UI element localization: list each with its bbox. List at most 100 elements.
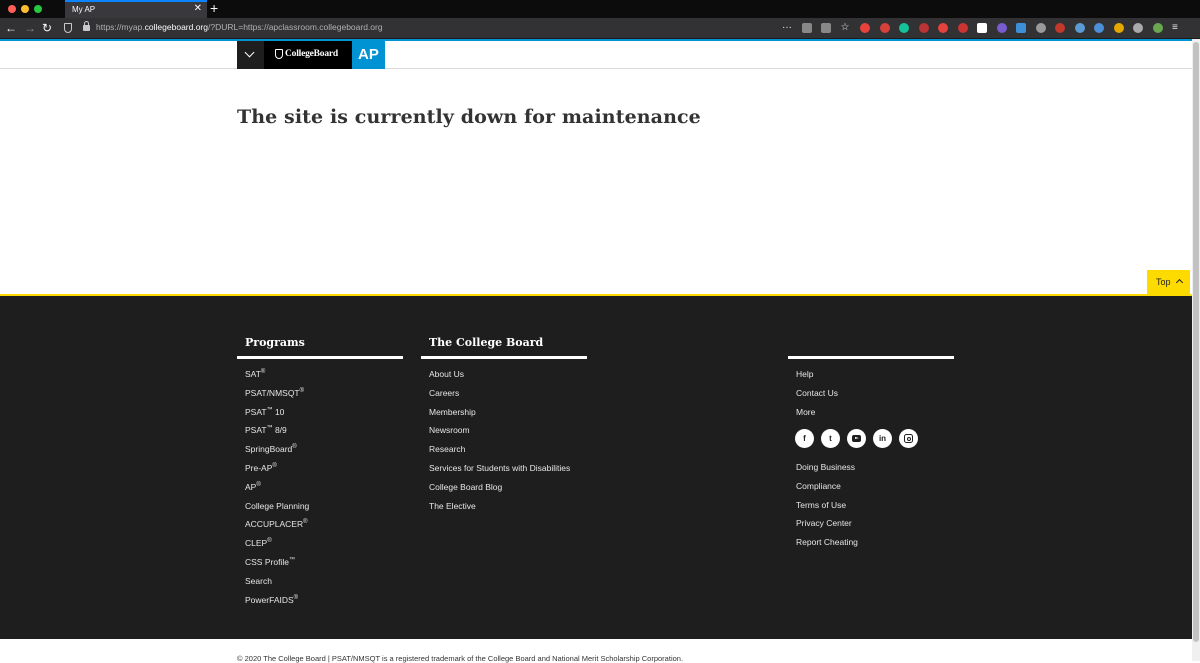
pocket-icon[interactable]: [801, 23, 812, 33]
chevron-down-icon: [244, 47, 255, 58]
program-label: AP: [245, 481, 257, 492]
extension-icon[interactable]: [879, 23, 890, 33]
active-tab[interactable]: My AP ✕: [65, 0, 207, 18]
trademark-mark: ®: [267, 538, 272, 545]
footer-link-program[interactable]: PSAT/NMSQT®: [245, 388, 309, 407]
facebook-icon[interactable]: f: [795, 429, 814, 448]
program-label: ACCUPLACER: [245, 519, 304, 530]
extension-icon[interactable]: [957, 23, 968, 33]
footer-link-collegeboard[interactable]: Membership: [429, 407, 570, 426]
reload-button[interactable]: ↻: [42, 21, 52, 35]
footer-link-collegeboard[interactable]: College Board Blog: [429, 482, 570, 501]
help-rule: [788, 356, 954, 359]
footer-link-program[interactable]: Search: [245, 576, 309, 595]
linkedin-icon[interactable]: in: [873, 429, 892, 448]
more-dots-icon[interactable]: ···: [782, 21, 792, 35]
extension-icon[interactable]: [1094, 23, 1104, 33]
trademark-mark: ®: [260, 369, 266, 376]
minimize-window-icon[interactable]: [21, 5, 29, 13]
footer-link-collegeboard[interactable]: The Elective: [429, 501, 570, 520]
footer-link-legal[interactable]: Compliance: [796, 481, 858, 500]
extension-icon[interactable]: [1133, 23, 1143, 33]
footer-link-program[interactable]: CLEP®: [245, 538, 309, 557]
program-label: Pre-AP: [245, 462, 273, 473]
extension-icon[interactable]: [1055, 23, 1065, 33]
page-title: The site is currently down for maintenan…: [237, 106, 701, 128]
footer-link-help[interactable]: More: [796, 407, 838, 426]
footer-link-collegeboard[interactable]: Careers: [429, 388, 570, 407]
program-suffix: 10: [272, 406, 285, 417]
footer-link-program[interactable]: ACCUPLACER®: [245, 519, 309, 538]
back-to-top-button[interactable]: Top: [1147, 270, 1190, 295]
ap-logo[interactable]: AP: [352, 41, 385, 69]
trademark-mark: ®: [293, 594, 299, 601]
ublock-icon[interactable]: [860, 23, 870, 33]
new-tab-button[interactable]: +: [210, 0, 218, 16]
trademark-mark: ®: [292, 444, 297, 451]
grammarly-icon[interactable]: [899, 23, 909, 33]
site-footer: Programs SAT® PSAT/NMSQT® PSAT™ 10 PSAT™ 8/…: [0, 294, 1192, 639]
footer-link-help[interactable]: Help: [796, 369, 838, 388]
collegeboard-rule: [421, 356, 587, 359]
collegeboard-logo[interactable]: CollegeBoard: [264, 41, 352, 69]
trademark-mark: ®: [299, 387, 305, 394]
camera-lens: [906, 436, 911, 441]
maximize-window-icon[interactable]: [34, 5, 42, 13]
footer-link-program[interactable]: PSAT™ 8/9: [245, 425, 309, 444]
lock-icon[interactable]: [83, 21, 90, 31]
footer-link-program[interactable]: PowerFAIDS®: [245, 595, 309, 614]
menu-icon[interactable]: ≡: [1172, 21, 1178, 35]
ap-logo-text: AP: [358, 46, 379, 63]
footer-link-program[interactable]: CSS Profile™: [245, 557, 309, 576]
close-window-icon[interactable]: [8, 5, 16, 13]
footer-link-legal[interactable]: Doing Business: [796, 462, 858, 481]
instagram-icon[interactable]: [899, 429, 918, 448]
extension-icon[interactable]: [938, 23, 948, 33]
extension-icon[interactable]: [1074, 23, 1085, 33]
program-label: PSAT/NMSQT: [245, 387, 300, 398]
footer-link-program[interactable]: AP®: [245, 482, 309, 501]
extension-icon[interactable]: [1113, 23, 1124, 33]
help-list: Help Contact Us More: [796, 369, 838, 425]
youtube-icon[interactable]: [847, 429, 866, 448]
footer-link-program[interactable]: PSAT™ 10: [245, 407, 309, 426]
grid-icon[interactable]: [1016, 23, 1026, 33]
footer-link-legal[interactable]: Privacy Center: [796, 518, 858, 537]
footer-link-program[interactable]: College Planning: [245, 501, 309, 520]
tracking-protection-icon[interactable]: [64, 23, 72, 33]
footer-link-program[interactable]: SpringBoard®: [245, 444, 309, 463]
footer-link-help[interactable]: Contact Us: [796, 388, 838, 407]
scrollbar-thumb[interactable]: [1193, 42, 1199, 642]
footer-link-collegeboard[interactable]: Services for Students with Disabilities: [429, 463, 570, 482]
extension-icon[interactable]: [996, 23, 1007, 33]
collegeboard-list: About Us Careers Membership Newsroom Researc…: [429, 369, 570, 519]
footer-link-collegeboard[interactable]: About Us: [429, 369, 570, 388]
footer-link-program[interactable]: SAT®: [245, 369, 309, 388]
trademark-mark: ™: [288, 557, 295, 564]
back-button[interactable]: ←: [5, 21, 17, 35]
program-label: Search: [245, 575, 272, 586]
program-label: SAT: [245, 369, 261, 379]
play-icon[interactable]: [977, 23, 987, 33]
forward-button[interactable]: →: [24, 21, 36, 35]
footer-link-legal[interactable]: Report Cheating: [796, 537, 858, 556]
download-icon[interactable]: [821, 23, 831, 33]
extension-icon[interactable]: [1035, 23, 1046, 33]
menu-toggle-button[interactable]: [237, 41, 264, 69]
browser-tab-bar: My AP ✕ +: [0, 0, 1200, 18]
close-tab-icon[interactable]: ✕: [194, 3, 202, 15]
address-bar[interactable]: https://myap.collegeboard.org/?DURL=http…: [96, 22, 383, 32]
footer-link-collegeboard[interactable]: Newsroom: [429, 425, 570, 444]
legal-notice: © 2020 The College Board | PSAT/NMSQT is…: [237, 654, 684, 663]
programs-list: SAT® PSAT/NMSQT® PSAT™ 10 PSAT™ 8/9 SpringBo…: [245, 369, 309, 613]
footer-link-program[interactable]: Pre-AP®: [245, 463, 309, 482]
twitter-icon[interactable]: t: [821, 429, 840, 448]
footer-link-collegeboard[interactable]: Research: [429, 444, 570, 463]
trademark-mark: ®: [256, 481, 261, 488]
extension-icon[interactable]: [1152, 23, 1163, 33]
url-host: collegeboard.org: [144, 22, 208, 32]
footer-link-legal[interactable]: Terms of Use: [796, 500, 858, 519]
extension-icon[interactable]: [918, 23, 929, 33]
bookmark-star-icon[interactable]: ☆: [841, 21, 850, 35]
social-glyph: f: [803, 434, 806, 443]
